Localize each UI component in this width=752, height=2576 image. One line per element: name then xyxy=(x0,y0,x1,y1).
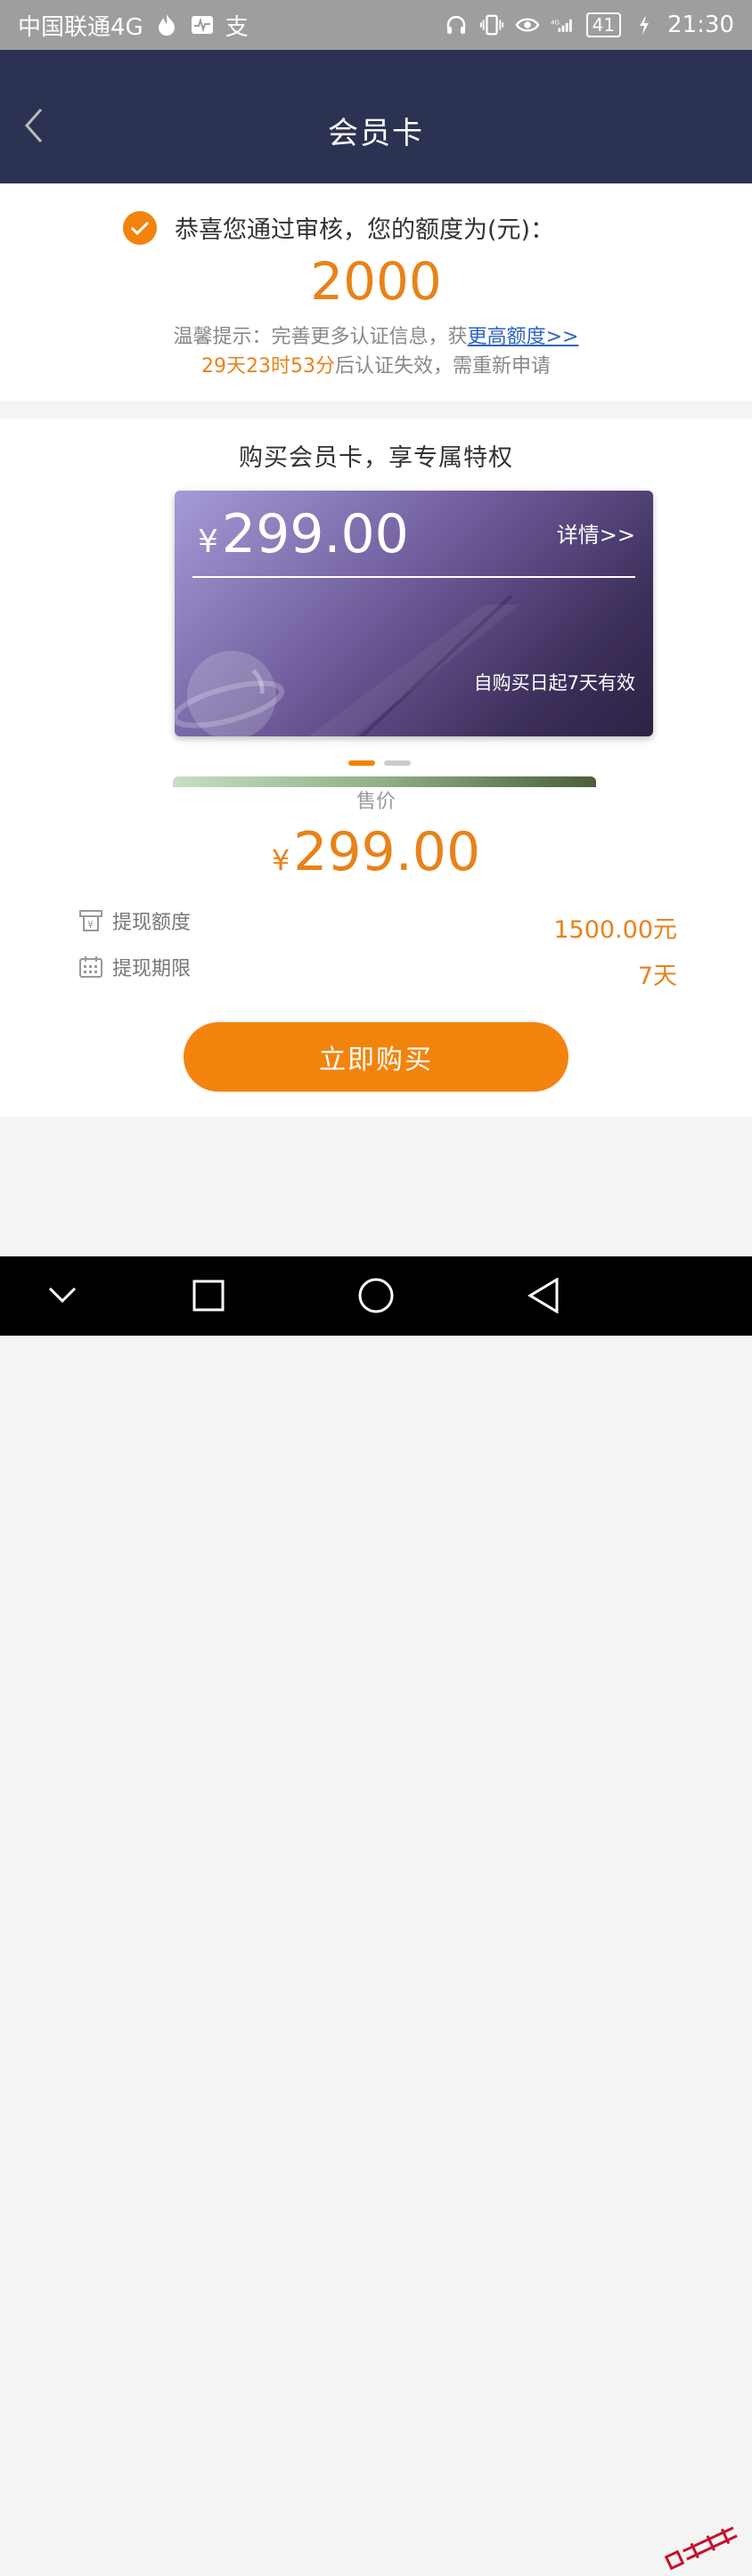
approval-message: 恭喜您通过审核，您的额度为(元)： xyxy=(175,216,555,244)
signal-4g-icon: 4G xyxy=(551,12,576,37)
watermark-logo xyxy=(664,2526,738,2571)
status-bar: 中国联通4G 支 4G 41 21:30 xyxy=(0,0,752,50)
svg-text:4G: 4G xyxy=(551,19,560,26)
higher-limit-link[interactable]: 更高额度>> xyxy=(468,326,579,348)
credit-amount: 2000 xyxy=(310,251,442,312)
card-detail-link[interactable]: 详情>> xyxy=(557,517,635,549)
withdraw-term-label: 提现期限 xyxy=(112,958,192,980)
membership-card[interactable]: ¥ 299.00 详情>> 自购买日起7天有效 xyxy=(175,491,653,736)
carousel-dot[interactable] xyxy=(384,760,411,766)
sale-price: ¥ 299.00 xyxy=(0,821,752,883)
planet-icon xyxy=(175,651,285,736)
clock: 21:30 xyxy=(667,12,734,38)
purchase-title: 购买会员卡，享专属特权 xyxy=(239,444,513,472)
status-bar-right: 4G 41 21:30 xyxy=(444,12,734,38)
expiry-text: 后认证失效，需重新申请 xyxy=(334,355,551,378)
carousel-indicator xyxy=(348,760,411,766)
eye-icon xyxy=(515,12,540,37)
sale-currency: ¥ xyxy=(271,843,290,877)
header-bar: 会员卡 xyxy=(0,50,752,183)
tip-line: 温馨提示：完善更多认证信息，获更高额度>> xyxy=(0,321,752,349)
withdraw-limit-label: 提现额度 xyxy=(112,912,192,934)
home-button[interactable] xyxy=(356,1276,396,1315)
chevron-down-icon xyxy=(48,1287,77,1304)
carrier-label: 中国联通4G xyxy=(18,13,143,41)
card-divider xyxy=(192,576,635,578)
hide-keyboard-button[interactable] xyxy=(43,1276,82,1315)
headphones-icon xyxy=(444,12,469,37)
withdraw-limit-row: ¥ 提现额度 1500.00元 xyxy=(78,903,677,944)
back-nav-button[interactable] xyxy=(524,1276,563,1315)
sale-label: 售价 xyxy=(356,791,396,813)
buy-now-button[interactable]: 立即购买 xyxy=(184,1022,568,1092)
withdraw-term-row: 提现期限 7天 xyxy=(78,949,677,990)
withdraw-term-value: 7天 xyxy=(637,962,677,990)
countdown-timer: 29天23时53分 xyxy=(201,355,335,378)
withdraw-limit-label-group: ¥ 提现额度 xyxy=(78,906,191,935)
status-bar-left: 中国联通4G 支 xyxy=(18,9,249,42)
card-streak-decoration xyxy=(308,596,520,736)
svg-text:¥: ¥ xyxy=(87,919,94,930)
purchase-section: 购买会员卡，享专属特权 ¥ 299.00 详情>> 自购买日起7天有效 售价 ¥… xyxy=(0,418,752,1117)
card-currency: ¥ xyxy=(198,524,218,560)
approval-section: 恭喜您通过审核，您的额度为(元)： 2000 温馨提示：完善更多认证信息，获更高… xyxy=(0,183,752,401)
alipay-icon: 支 xyxy=(225,13,249,41)
triangle-back-icon xyxy=(527,1278,559,1313)
atm-icon: ¥ xyxy=(78,908,103,933)
card-validity: 自购买日起7天有效 xyxy=(473,672,635,694)
system-nav-bar xyxy=(0,1256,752,2571)
activity-icon xyxy=(190,12,215,37)
calendar-icon xyxy=(78,955,103,979)
fire-icon xyxy=(154,12,179,37)
withdraw-term-label-group: 提现期限 xyxy=(78,953,191,981)
vibrate-icon xyxy=(479,12,504,37)
recents-button[interactable] xyxy=(189,1276,228,1315)
charging-icon xyxy=(632,12,657,37)
battery-indicator: 41 xyxy=(585,12,622,37)
withdraw-limit-value: 1500.00元 xyxy=(553,915,677,944)
sale-price-value: 299.00 xyxy=(293,821,481,883)
card-price: ¥ 299.00 xyxy=(198,503,409,565)
check-icon xyxy=(123,210,157,245)
expiry-line: 29天23时53分后认证失效，需重新申请 xyxy=(0,350,752,378)
carousel-dot[interactable] xyxy=(348,760,375,766)
approval-row: 恭喜您通过审核，您的额度为(元)： xyxy=(123,210,554,245)
circle-icon xyxy=(358,1278,394,1313)
page-title: 会员卡 xyxy=(328,116,424,151)
square-icon xyxy=(192,1280,225,1312)
tip-text: 温馨提示：完善更多认证信息，获 xyxy=(173,326,468,348)
card-price-value: 299.00 xyxy=(221,503,409,565)
